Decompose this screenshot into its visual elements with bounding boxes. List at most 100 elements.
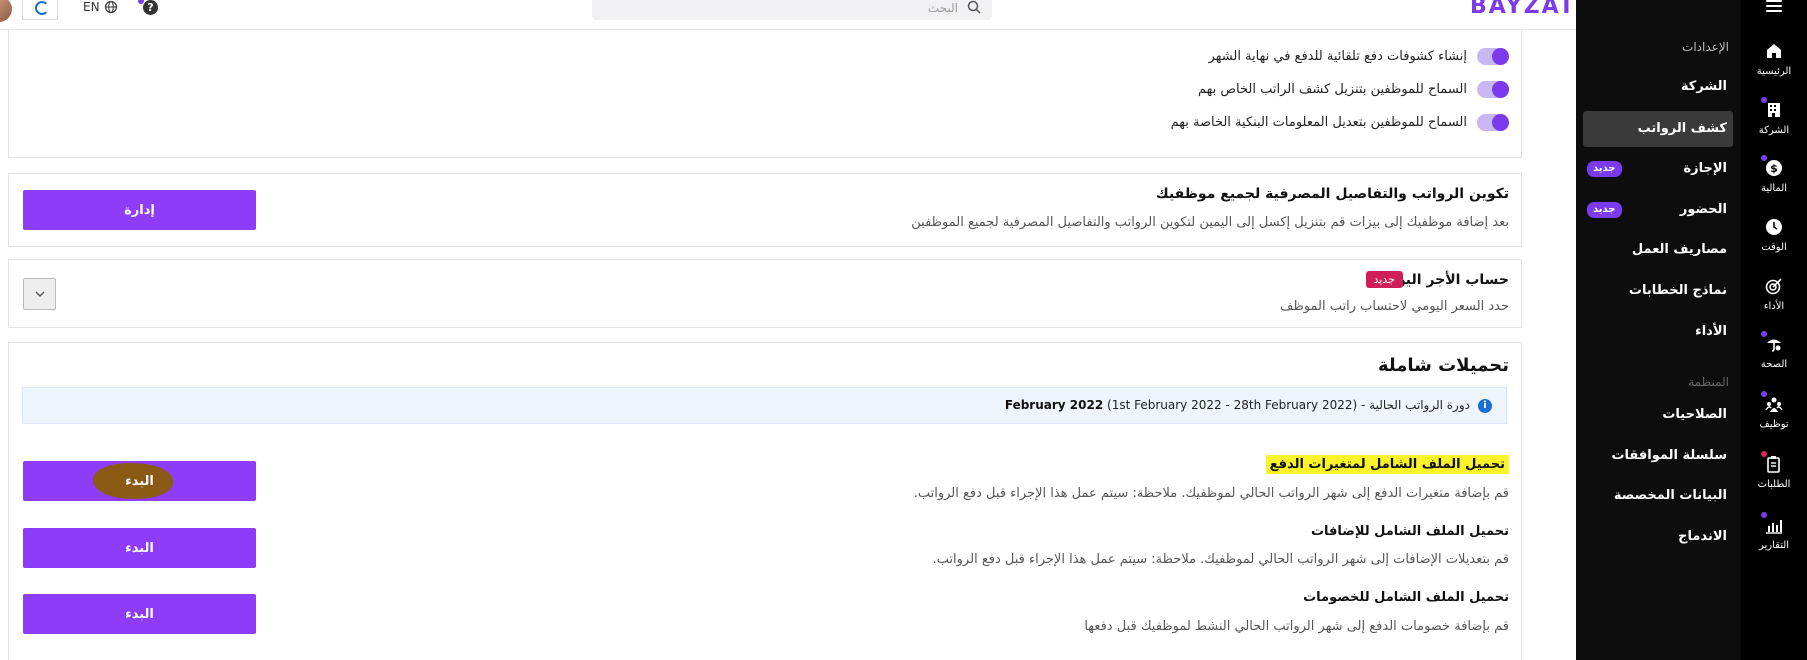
search-icon[interactable] <box>966 0 982 15</box>
subnav-item-payroll[interactable]: كشف الرواتب <box>1583 111 1733 147</box>
payslip-settings-card: إنشاء كشوفات دفع تلقائية للدفع في نهاية … <box>8 28 1522 158</box>
nav-label: الرئيسية <box>1756 66 1792 77</box>
nav-label: الصحة <box>1760 359 1788 370</box>
download-payslip-toggle[interactable] <box>1477 81 1509 98</box>
subnav-item-label: الحضور <box>1679 202 1727 217</box>
subnav-item-label: الاندماج <box>1678 529 1727 544</box>
chart-icon <box>1766 520 1782 534</box>
clock-icon <box>1766 219 1782 235</box>
nav-label: التقارير <box>1758 540 1790 551</box>
subnav-item-leave[interactable]: الإجازة جديد <box>1583 151 1733 187</box>
daily-wage-card[interactable]: حساب الأجر اليومي جديد حدد السعر اليومي … <box>8 259 1522 328</box>
upload-title: تحميل الملف الشامل للخصومات <box>1303 590 1509 605</box>
search-box[interactable] <box>592 0 992 20</box>
card-description: بعد إضافة موظفيك إلى بيزات قم بتنزيل إكس… <box>911 215 1509 230</box>
nav-label: الشركة <box>1758 125 1790 136</box>
expand-button[interactable] <box>23 278 56 310</box>
nav-label: المالية <box>1760 183 1788 194</box>
toggle-label: السماح للموظفين بتنزيل كشف الراتب الخاص … <box>1197 82 1467 97</box>
upload-title: تحميل الملف الشامل للإضافات <box>1310 524 1509 539</box>
card-title: تكوين الرواتب والتفاصيل المصرفية لجميع م… <box>1155 186 1509 202</box>
subnav-item-label: البيانات المخصصة <box>1613 488 1727 503</box>
settings-subnav: الإعدادات الشركة كشف الرواتب الإجازة جديد… <box>1576 0 1741 660</box>
nav-label: توظيف <box>1759 419 1789 430</box>
subnav-item-label: مصاريف العمل <box>1631 242 1727 257</box>
subnav-item-label: سلسلة الموافقات <box>1611 448 1727 463</box>
subnav-item-company[interactable]: الشركة <box>1583 69 1733 105</box>
building-icon <box>1768 103 1780 117</box>
payroll-config-card: تكوين الرواتب والتفاصيل المصرفية لجميع م… <box>8 173 1522 247</box>
subnav-item-approval-chain[interactable]: سلسلة الموافقات <box>1583 438 1733 474</box>
top-bar: EN ? BAYZAT <box>0 0 1576 30</box>
upload-description: قم بتعديلات الإضافات إلى شهر الرواتب الح… <box>932 552 1509 567</box>
globe-icon[interactable] <box>104 0 118 14</box>
company-logo[interactable] <box>22 0 58 20</box>
nav-performance[interactable]: الأداء <box>1741 277 1807 333</box>
nav-time[interactable]: الوقت <box>1741 218 1807 274</box>
main-content: إنشاء كشوفات دفع تلقائية للدفع في نهاية … <box>0 28 1576 660</box>
start-additions-button[interactable]: البدء <box>23 528 256 568</box>
subnav-item-letter-templates[interactable]: نماذج الخطابات <box>1583 273 1733 309</box>
clipboard-icon <box>1767 456 1780 473</box>
start-deductions-button[interactable]: البدء <box>23 594 256 634</box>
start-pay-variables-button[interactable]: البدء <box>23 461 256 501</box>
bulk-uploads-card: تحميلات شاملة i دورة الرواتب الحالية - (… <box>8 342 1522 660</box>
nav-company[interactable]: الشركة <box>1741 97 1807 157</box>
dollar-icon: $ <box>1766 160 1782 176</box>
subnav-item-label: الصلاحيات <box>1662 407 1727 422</box>
toggle-label: إنشاء كشوفات دفع تلقائية للدفع في نهاية … <box>1208 49 1467 64</box>
toggle-row: السماح للموظفين بتعديل المعلومات البنكية… <box>1171 114 1509 131</box>
cycle-label: دورة الرواتب الحالية - <box>1361 398 1470 412</box>
main-nav-rail: الرئيسية الشركة $ المالية الوقت الأداء ا… <box>1741 0 1807 660</box>
subnav-item-label: الشركة <box>1680 79 1727 94</box>
chevron-down-icon <box>35 291 45 297</box>
edit-bank-info-toggle[interactable] <box>1477 114 1509 131</box>
nav-label: الطلبات <box>1757 479 1791 490</box>
new-badge: جديد <box>1587 202 1622 218</box>
home-icon <box>1767 44 1781 58</box>
subnav-item-integration[interactable]: الاندماج <box>1583 519 1733 555</box>
nav-health[interactable]: الصحة <box>1741 331 1807 391</box>
subnav-item-permissions[interactable]: الصلاحيات <box>1583 397 1733 433</box>
cycle-month: February 2022 <box>1004 398 1104 412</box>
manage-button[interactable]: إدارة <box>23 190 256 230</box>
subnav-item-attendance[interactable]: الحضور جديد <box>1583 192 1733 228</box>
upload-description: قم بإضافة متغيرات الدفع إلى شهر الرواتب … <box>913 486 1509 501</box>
subnav-item-label: كشف الرواتب <box>1637 121 1727 136</box>
upload-title: تحميل الملف الشامل لمتغيرات الدفع <box>1265 455 1509 474</box>
nav-reports[interactable]: التقارير <box>1741 512 1807 572</box>
highlight-mark: تحميل الملف الشامل لمتغيرات الدفع <box>1265 455 1509 474</box>
card-description: حدد السعر اليومي لاحتساب راتب الموظف <box>1280 299 1509 314</box>
subnav-item-label: نماذج الخطابات <box>1628 283 1727 298</box>
info-text: دورة الرواتب الحالية - (1st February 202… <box>1005 398 1470 412</box>
payroll-cycle-info: i دورة الرواتب الحالية - (1st February 2… <box>22 387 1507 424</box>
nav-home[interactable]: الرئيسية <box>1741 42 1807 98</box>
brand-logo[interactable]: BAYZAT <box>1470 0 1576 19</box>
people-icon <box>1765 397 1783 412</box>
subnav-item-label: الأداء <box>1695 324 1727 339</box>
auto-payslip-toggle[interactable] <box>1477 48 1509 65</box>
nav-label: الأداء <box>1763 301 1785 312</box>
button-label: البدء <box>125 473 154 489</box>
svg-text:$: $ <box>1770 162 1778 175</box>
upload-description: قم بإضافة خصومات الدفع إلى شهر الرواتب ا… <box>1084 619 1509 634</box>
info-icon: i <box>1478 399 1492 413</box>
new-badge: جديد <box>1365 271 1403 288</box>
menu-icon[interactable] <box>1766 0 1782 14</box>
target-icon <box>1765 278 1782 295</box>
help-icon[interactable]: ? <box>143 0 158 15</box>
language-switch[interactable]: EN <box>83 0 100 14</box>
nav-hiring[interactable]: توظيف <box>1741 391 1807 451</box>
toggle-row: السماح للموظفين بتنزيل كشف الراتب الخاص … <box>1198 81 1509 98</box>
nav-label: الوقت <box>1761 242 1787 253</box>
avatar[interactable] <box>0 0 12 22</box>
subnav-item-custom-data[interactable]: البيانات المخصصة <box>1583 478 1733 514</box>
nav-finance[interactable]: $ المالية <box>1741 155 1807 215</box>
search-input[interactable] <box>618 0 958 16</box>
toggle-row: إنشاء كشوفات دفع تلقائية للدفع في نهاية … <box>1209 48 1509 65</box>
subnav-section-title: المنظمة <box>1688 375 1729 389</box>
subnav-item-performance[interactable]: الأداء <box>1583 314 1733 350</box>
subnav-item-label: الإجازة <box>1683 161 1727 176</box>
nav-requests[interactable]: الطلبات <box>1741 451 1807 511</box>
subnav-item-expenses[interactable]: مصاريف العمل <box>1583 232 1733 268</box>
